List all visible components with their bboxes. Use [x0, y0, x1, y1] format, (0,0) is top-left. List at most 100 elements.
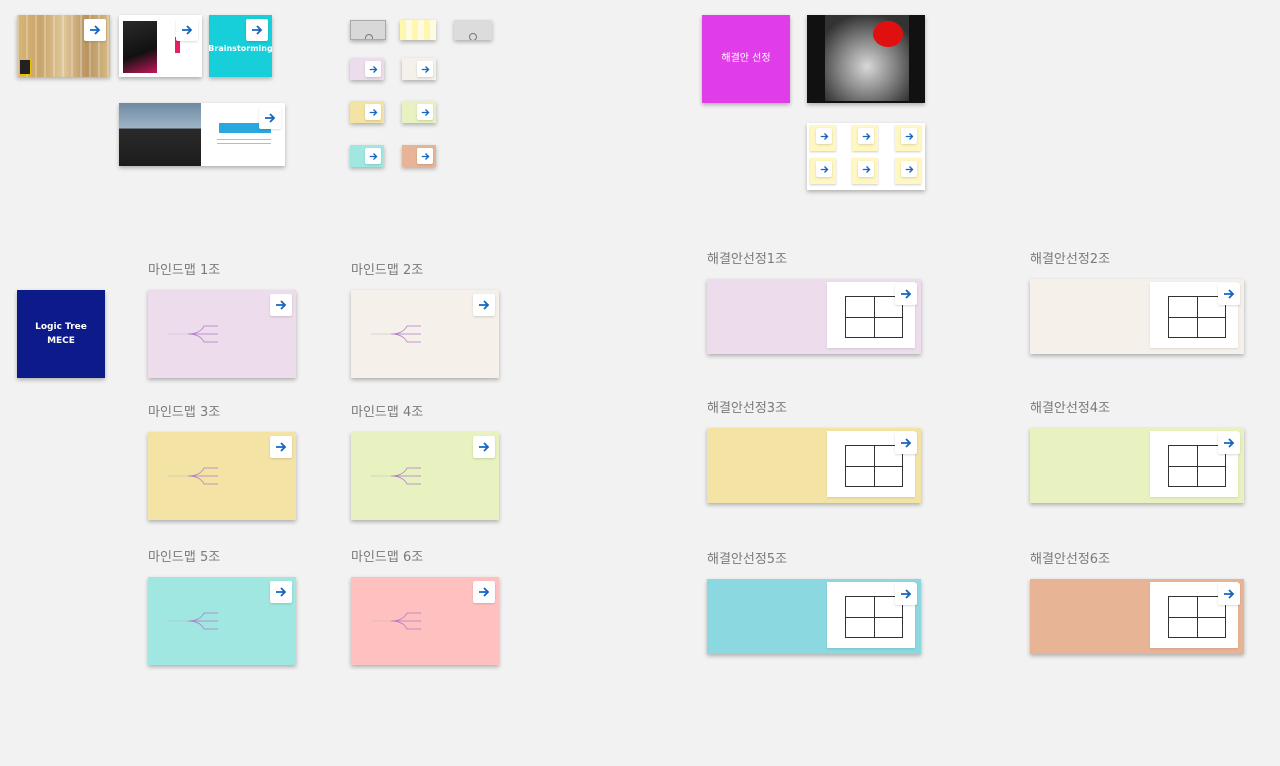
arrow-right-icon — [252, 25, 263, 35]
mindmap-board-5[interactable] — [148, 577, 296, 665]
arrow-right-icon — [901, 589, 912, 599]
open-arrow-button[interactable] — [901, 128, 917, 144]
open-arrow-button[interactable] — [858, 161, 874, 177]
open-arrow-button[interactable] — [84, 19, 106, 41]
arrow-right-icon — [276, 587, 287, 597]
grey-sticky-1[interactable] — [350, 20, 386, 40]
logic-tree-title: Logic Tree MECE — [35, 322, 87, 346]
solution-board-1[interactable] — [707, 279, 921, 354]
arrow-right-icon — [369, 65, 377, 73]
sticky-pack-item[interactable] — [852, 125, 878, 151]
sticky-pack-item[interactable] — [810, 125, 836, 151]
solution-label-2: 해결안선정2조 — [1030, 252, 1111, 267]
open-arrow-button[interactable] — [417, 104, 433, 120]
open-arrow-button[interactable] — [858, 128, 874, 144]
open-arrow-button[interactable] — [259, 107, 281, 129]
open-arrow-button[interactable] — [417, 148, 433, 164]
solution-board-2[interactable] — [1030, 279, 1244, 354]
open-arrow-button[interactable] — [270, 436, 292, 458]
arrow-right-icon — [369, 152, 377, 160]
open-arrow-button[interactable] — [365, 61, 381, 77]
sticky-pack-card[interactable] — [807, 123, 925, 190]
solution-board-4[interactable] — [1030, 428, 1244, 503]
snow-tree-photo-card[interactable] — [807, 15, 925, 103]
arrow-right-icon — [276, 300, 287, 310]
arrow-right-icon — [265, 113, 276, 123]
mini-sticky-yellow[interactable] — [350, 101, 384, 123]
brainstorming-card[interactable]: Brainstorming — [209, 15, 272, 77]
mini-sticky-white[interactable] — [402, 58, 436, 80]
open-arrow-button[interactable] — [473, 294, 495, 316]
open-arrow-button[interactable] — [895, 583, 917, 605]
mindmap-board-1[interactable] — [148, 290, 296, 378]
mindmap-board-6[interactable] — [351, 577, 499, 665]
mindmap-label-2: 마인드맵 2조 — [351, 263, 424, 278]
open-arrow-button[interactable] — [176, 19, 198, 41]
open-arrow-button[interactable] — [270, 294, 292, 316]
solution-label-4: 해결안선정4조 — [1030, 401, 1111, 416]
mini-sticky-pink[interactable] — [350, 58, 384, 80]
office-photo-card[interactable] — [119, 103, 285, 166]
radio-icon — [469, 26, 477, 40]
mini-sticky-orange[interactable] — [402, 145, 436, 167]
forest-photo-card[interactable] — [17, 15, 110, 77]
mindmap-label-3: 마인드맵 3조 — [148, 405, 221, 420]
mini-sticky-lime[interactable] — [402, 101, 436, 123]
mindmap-label-5: 마인드맵 5조 — [148, 550, 221, 565]
open-arrow-button[interactable] — [365, 104, 381, 120]
mindmap-label-1: 마인드맵 1조 — [148, 263, 221, 278]
radio-icon — [365, 27, 373, 39]
open-arrow-button[interactable] — [417, 61, 433, 77]
solution-label-3: 해결안선정3조 — [707, 401, 788, 416]
arrow-right-icon — [1224, 289, 1235, 299]
mindmap-label-4: 마인드맵 4조 — [351, 405, 424, 420]
book-cover-card[interactable] — [119, 15, 202, 77]
office-photo — [119, 103, 201, 166]
arrow-right-icon — [479, 300, 490, 310]
arrow-right-icon — [862, 132, 870, 140]
solution-label-1: 해결안선정1조 — [707, 252, 788, 267]
grey-sticky-2[interactable] — [454, 20, 492, 40]
open-arrow-button[interactable] — [816, 128, 832, 144]
mindmap-board-2[interactable] — [351, 290, 499, 378]
open-arrow-button[interactable] — [816, 161, 832, 177]
arrow-right-icon — [182, 25, 193, 35]
solution-label-6: 해결안선정6조 — [1030, 552, 1111, 567]
sticky-pack-item[interactable] — [810, 158, 836, 184]
solution-board-3[interactable] — [707, 428, 921, 503]
open-arrow-button[interactable] — [1218, 432, 1240, 454]
open-arrow-button[interactable] — [473, 581, 495, 603]
open-arrow-button[interactable] — [270, 581, 292, 603]
mini-sticky-teal[interactable] — [350, 145, 384, 167]
arrow-right-icon — [1224, 589, 1235, 599]
mindmap-board-3[interactable] — [148, 432, 296, 520]
open-arrow-button[interactable] — [895, 283, 917, 305]
open-arrow-button[interactable] — [1218, 583, 1240, 605]
caption-text-lines — [217, 139, 271, 147]
arrow-right-icon — [369, 108, 377, 116]
yellow-striped-sticky[interactable] — [400, 20, 436, 40]
open-arrow-button[interactable] — [901, 161, 917, 177]
logic-tree-card[interactable]: Logic Tree MECE — [17, 290, 105, 378]
solution-select-card[interactable]: 해결안 선정 — [702, 15, 790, 103]
arrow-right-icon — [905, 132, 913, 140]
mindmap-board-4[interactable] — [351, 432, 499, 520]
open-arrow-button[interactable] — [473, 436, 495, 458]
open-arrow-button[interactable] — [365, 148, 381, 164]
sticky-pack-item[interactable] — [895, 125, 921, 151]
arrow-right-icon — [421, 65, 429, 73]
solution-board-5[interactable] — [707, 579, 921, 654]
arrow-right-icon — [421, 152, 429, 160]
open-arrow-button[interactable] — [895, 432, 917, 454]
arrow-right-icon — [90, 25, 101, 35]
sticky-pack-item[interactable] — [895, 158, 921, 184]
sticky-pack-item[interactable] — [852, 158, 878, 184]
arrow-right-icon — [421, 108, 429, 116]
open-arrow-button[interactable] — [246, 19, 268, 41]
arrow-right-icon — [479, 442, 490, 452]
arrow-right-icon — [820, 165, 828, 173]
solution-board-6[interactable] — [1030, 579, 1244, 654]
open-arrow-button[interactable] — [1218, 283, 1240, 305]
solution-label-5: 해결안선정5조 — [707, 552, 788, 567]
mindmap-label-6: 마인드맵 6조 — [351, 550, 424, 565]
